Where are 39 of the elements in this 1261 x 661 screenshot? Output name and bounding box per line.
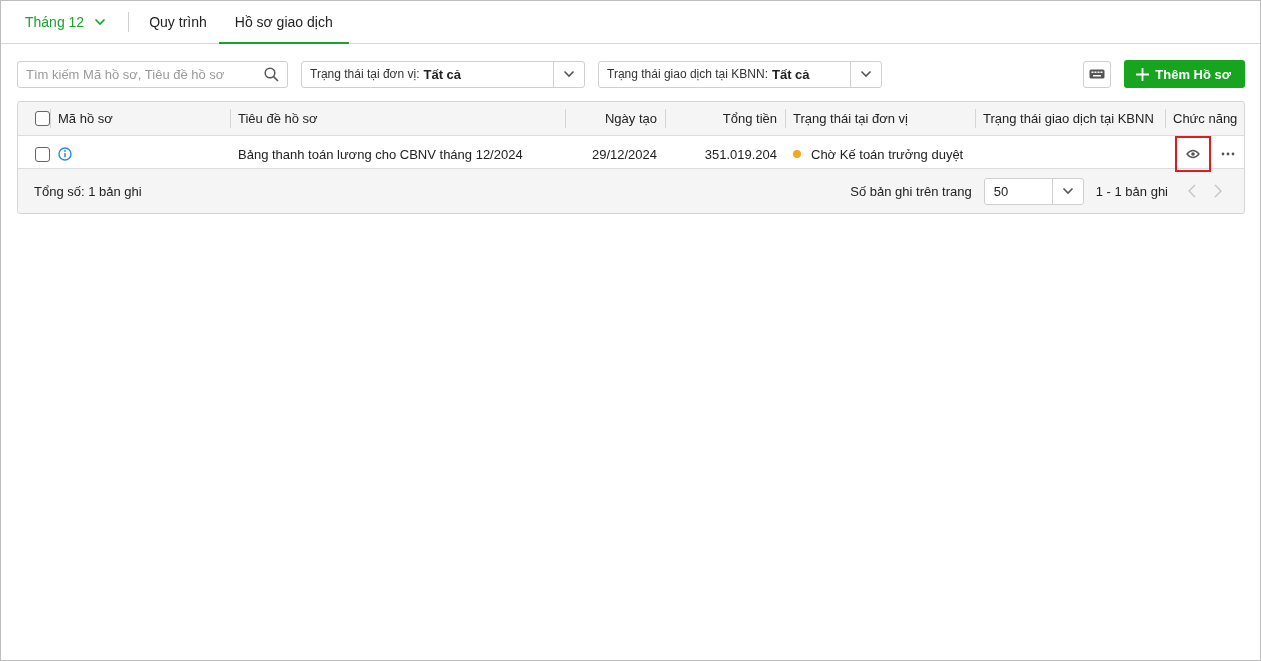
more-button[interactable]	[1221, 152, 1235, 156]
info-icon[interactable]	[58, 147, 72, 161]
view-button[interactable]	[1175, 136, 1211, 172]
filter-dropdown[interactable]: Trạng thái tại đơn vị: Tất cả	[301, 60, 585, 88]
filter-label: Trạng thái giao dịch tại KBNN:	[607, 67, 768, 81]
keyboard-icon	[1089, 69, 1106, 79]
column-header: Chức năng	[1173, 111, 1238, 126]
table-cell: 29/12/2024	[591, 146, 657, 162]
page-size-label: Số bản ghi trên trang	[850, 183, 972, 199]
chevron-down-icon	[1061, 187, 1074, 195]
filter-label: Trạng thái tại đơn vị:	[310, 67, 420, 81]
eye-icon	[1186, 149, 1200, 159]
page-range: 1 - 1 bản ghi	[1095, 183, 1168, 199]
checkbox[interactable]	[35, 111, 50, 126]
keyboard-button[interactable]	[1083, 60, 1112, 88]
column-header: Tổng tiền	[722, 111, 777, 126]
table-cell: Bảng thanh toán lương cho CBNV tháng 12/2024	[238, 146, 523, 162]
tab[interactable]: Hồ sơ giao dịch	[218, 1, 349, 44]
more-icon	[1221, 152, 1235, 156]
page-size-dropdown[interactable]: 50	[983, 177, 1084, 205]
checkbox[interactable]	[35, 146, 50, 162]
tab[interactable]: Quy trình	[137, 1, 219, 44]
plus-icon	[1136, 67, 1150, 81]
column-header: Mã hồ sơ	[58, 111, 113, 126]
chevron-down-icon	[563, 70, 575, 78]
table-cell: 351.019.204	[704, 146, 777, 162]
search-icon	[264, 66, 279, 82]
column-header: Trạng thái tại đơn vị	[793, 111, 908, 126]
search-field[interactable]: Tìm kiếm Mã hồ sơ, Tiêu đề hồ sơ	[17, 60, 288, 88]
filter-value: Tất cả	[423, 66, 462, 82]
chevron-down-icon	[860, 70, 872, 78]
filter-value: Tất cả	[771, 66, 810, 82]
chevron-down-icon	[94, 18, 107, 26]
column-header: Trạng thái giao dịch tại KBNN	[983, 111, 1154, 126]
status-label: Chờ Kế toán trưởng duyệt	[811, 146, 964, 162]
filter-dropdown[interactable]: Trạng thái giao dịch tại KBNN: Tất cả	[598, 60, 882, 88]
column-header: Ngày tạo	[604, 111, 657, 126]
total-count: Tổng số: 1 bản ghi	[34, 183, 142, 199]
column-header: Tiêu đề hồ sơ	[238, 111, 318, 126]
